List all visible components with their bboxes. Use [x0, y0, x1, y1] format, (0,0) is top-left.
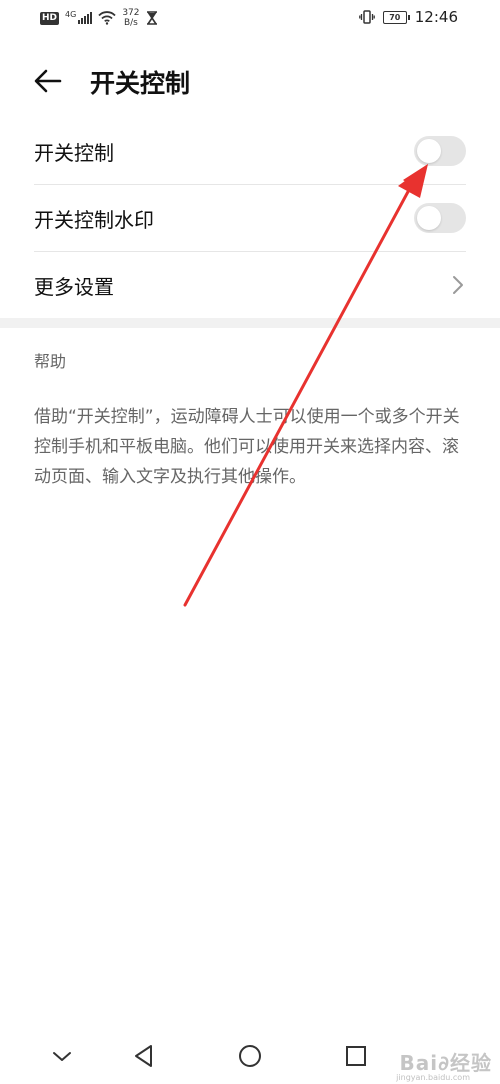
network-speed: 372 B/s — [122, 8, 139, 28]
nav-recents-icon[interactable] — [338, 1038, 374, 1074]
network-type: 4G — [65, 9, 77, 19]
toggle-knob — [417, 206, 441, 230]
signal-icon — [78, 12, 93, 24]
wifi-icon — [98, 11, 116, 25]
chevron-right-icon — [453, 276, 463, 294]
setting-switch-control[interactable]: 开关控制 — [34, 118, 466, 184]
status-left: HD 4G 372 B/s — [40, 8, 158, 28]
section-separator — [0, 318, 500, 328]
vibrate-icon — [358, 10, 375, 24]
page-title: 开关控制 — [90, 69, 191, 98]
setting-label: 更多设置 — [34, 275, 114, 299]
help-title: 帮助 — [34, 352, 67, 371]
setting-label: 开关控制水印 — [34, 208, 154, 232]
baidu-watermark: Bai∂经验 — [399, 1051, 492, 1075]
status-bar: HD 4G 372 B/s 70 12:46 — [0, 0, 500, 40]
switch-watermark-toggle[interactable] — [414, 203, 466, 233]
toggle-knob — [417, 139, 441, 163]
setting-switch-control-watermark[interactable]: 开关控制水印 — [34, 185, 466, 251]
setting-more-settings[interactable]: 更多设置 — [34, 252, 466, 318]
clock: 12:46 — [414, 8, 458, 26]
switch-control-toggle[interactable] — [414, 136, 466, 166]
chevron-down-icon[interactable] — [44, 1038, 80, 1074]
hd-badge: HD — [40, 11, 60, 25]
speed-value: 372 — [122, 8, 140, 18]
app-header: 开关控制 — [0, 55, 500, 105]
status-right: 70 12:46 — [358, 8, 458, 26]
nav-back-icon[interactable] — [126, 1038, 162, 1074]
hourglass-icon — [146, 11, 157, 25]
battery-icon: 70 — [382, 10, 410, 24]
setting-label: 开关控制 — [34, 141, 114, 165]
navigation-bar: Bai∂经验 jingyan.baidu.com — [0, 1030, 500, 1084]
back-arrow-icon[interactable] — [30, 63, 66, 99]
nav-home-icon[interactable] — [232, 1038, 268, 1074]
baidu-watermark-url: jingyan.baidu.com — [396, 1073, 470, 1082]
speed-unit: B/s — [123, 18, 138, 28]
help-text: 借助“开关控制”，运动障碍人士可以使用一个或多个开关控制手机和平板电脑。他们可以… — [34, 407, 460, 487]
